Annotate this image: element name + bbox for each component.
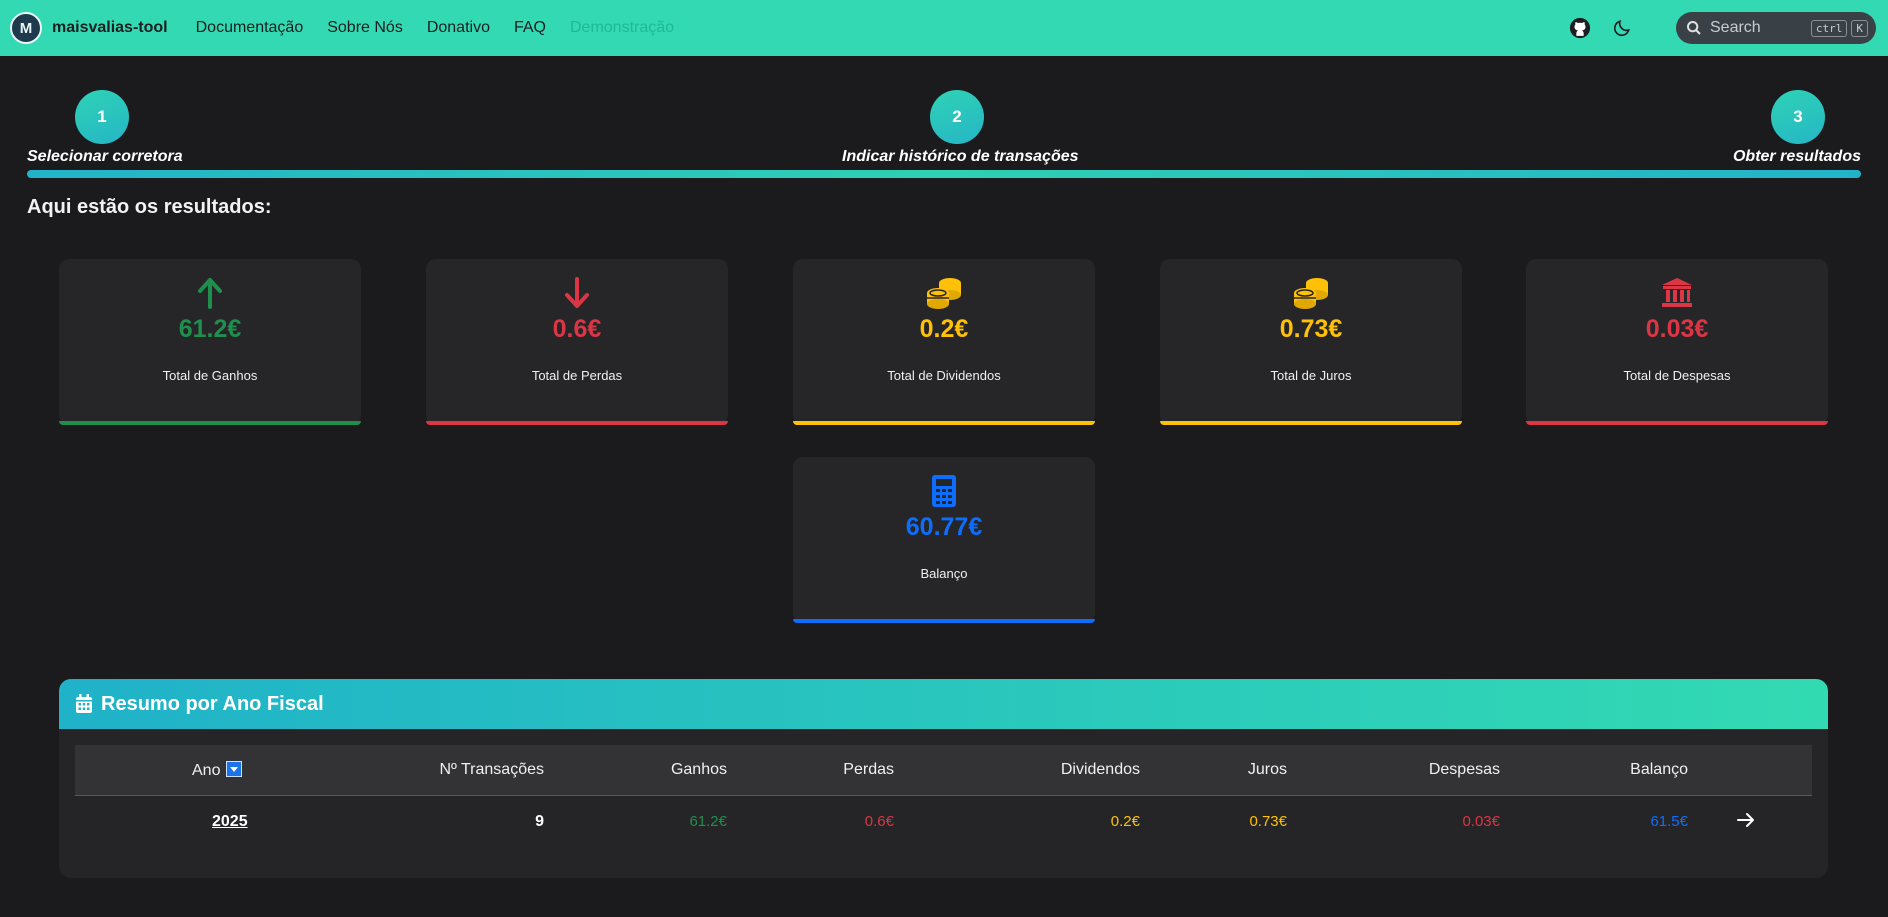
brand-link[interactable]: M maisvalias-tool xyxy=(10,12,168,44)
step-1-label: Selecionar corretora xyxy=(27,148,183,165)
card-accent xyxy=(793,421,1095,425)
column-header-juros: Juros xyxy=(1247,761,1287,778)
nav-links: Documentação Sobre Nós Donativo FAQ Demo… xyxy=(196,19,698,37)
column-header-dividendos: Dividendos xyxy=(1060,761,1140,778)
card-value: 0.6€ xyxy=(552,315,602,343)
cell-perdas: 0.6€ xyxy=(864,813,894,830)
cell-juros: 0.73€ xyxy=(1249,813,1287,830)
coins-icon xyxy=(1160,275,1462,311)
card-accent xyxy=(793,619,1095,623)
card-label: Total de Despesas xyxy=(1623,368,1731,383)
search-input[interactable]: Search ctrl K xyxy=(1676,12,1876,44)
kbd-ctrl: ctrl xyxy=(1810,19,1848,37)
card-value: 0.03€ xyxy=(1645,315,1709,343)
results-title: Aqui estão os resultados: xyxy=(27,196,272,218)
card-accent xyxy=(59,421,361,425)
calendar-icon xyxy=(76,694,92,713)
step-3-label: Obter resultados xyxy=(1732,148,1861,165)
table-header: Ano Nº Transações Ganhos Perdas Dividend… xyxy=(75,745,1812,796)
card-value: 0.73€ xyxy=(1279,315,1343,343)
nav-link-faq[interactable]: FAQ xyxy=(514,19,546,37)
table-row[interactable]: 2025 9 61.2€ 0.6€ 0.2€ 0.73€ 0.03€ 61.5€ xyxy=(75,796,1812,848)
column-header-perdas: Perdas xyxy=(843,761,894,778)
kbd-k: K xyxy=(1851,19,1868,37)
step-1-circle: 1 xyxy=(75,90,129,144)
moon-icon[interactable] xyxy=(1610,16,1634,40)
search-icon xyxy=(1687,21,1701,35)
card-total-dividendos: 0.2€ Total de Dividendos xyxy=(793,259,1095,425)
brand-name: maisvalias-tool xyxy=(52,19,168,36)
coins-icon xyxy=(793,275,1095,311)
column-header-ganhos: Ganhos xyxy=(670,761,727,778)
card-accent xyxy=(1526,421,1828,425)
card-accent xyxy=(426,421,728,425)
card-total-ganhos: 61.2€ Total de Ganhos xyxy=(59,259,361,425)
step-2-circle: 2 xyxy=(930,90,984,144)
column-header-despesas: Despesas xyxy=(1428,761,1500,778)
column-header-balanco: Balanço xyxy=(1630,761,1688,778)
card-balanco: 60.77€ Balanço xyxy=(793,457,1095,623)
stepper: 1 Selecionar corretora 2 Indicar históri… xyxy=(27,90,1861,180)
card-value: 61.2€ xyxy=(178,315,242,343)
panel-title: Resumo por Ano Fiscal xyxy=(101,692,324,715)
progress-bar xyxy=(27,170,1861,178)
cell-ganhos: 61.2€ xyxy=(689,813,727,830)
sort-dropdown-icon[interactable] xyxy=(226,761,243,777)
cell-ano[interactable]: 2025 xyxy=(212,813,248,831)
cell-despesas: 0.03€ xyxy=(1462,813,1500,830)
column-header-label: Ano xyxy=(192,762,221,779)
card-label: Total de Ganhos xyxy=(162,368,258,383)
step-3-circle: 3 xyxy=(1771,90,1825,144)
nav-link-donativo[interactable]: Donativo xyxy=(427,19,490,37)
card-total-perdas: 0.6€ Total de Perdas xyxy=(426,259,728,425)
arrow-down-icon xyxy=(426,275,728,311)
card-accent xyxy=(1160,421,1462,425)
nav-link-demonstracao[interactable]: Demonstração xyxy=(570,19,674,37)
card-value: 60.77€ xyxy=(905,513,983,541)
card-total-despesas: 0.03€ Total de Despesas xyxy=(1526,259,1828,425)
nav-link-documentacao[interactable]: Documentação xyxy=(196,19,304,37)
arrow-up-icon xyxy=(59,275,361,311)
card-label: Total de Dividendos xyxy=(887,368,1001,383)
bank-icon xyxy=(1526,275,1828,311)
card-total-juros: 0.73€ Total de Juros xyxy=(1160,259,1462,425)
card-label: Balanço xyxy=(920,566,968,581)
summary-table: Ano Nº Transações Ganhos Perdas Dividend… xyxy=(75,745,1812,848)
search-placeholder: Search xyxy=(1710,19,1761,36)
column-header-ano[interactable]: Ano xyxy=(192,761,243,780)
cell-dividendos: 0.2€ xyxy=(1110,813,1140,830)
nav-link-sobre-nos[interactable]: Sobre Nós xyxy=(327,19,403,37)
card-label: Total de Perdas xyxy=(531,368,623,383)
step-2-label: Indicar histórico de transações xyxy=(842,148,1079,165)
navbar: M maisvalias-tool Documentação Sobre Nós… xyxy=(0,0,1888,56)
column-header-transacoes: Nº Transações xyxy=(439,761,544,778)
fiscal-summary-panel: Resumo por Ano Fiscal Ano Nº Transações … xyxy=(59,679,1828,878)
calculator-icon xyxy=(793,473,1095,509)
panel-header: Resumo por Ano Fiscal xyxy=(59,679,1828,729)
github-icon[interactable] xyxy=(1568,16,1592,40)
cell-balanco: 61.5€ xyxy=(1650,813,1688,830)
cell-transacoes: 9 xyxy=(535,813,544,830)
arrow-right-icon[interactable] xyxy=(1736,810,1756,835)
card-value: 0.2€ xyxy=(919,315,969,343)
card-label: Total de Juros xyxy=(1270,368,1352,383)
logo-icon: M xyxy=(10,12,42,44)
